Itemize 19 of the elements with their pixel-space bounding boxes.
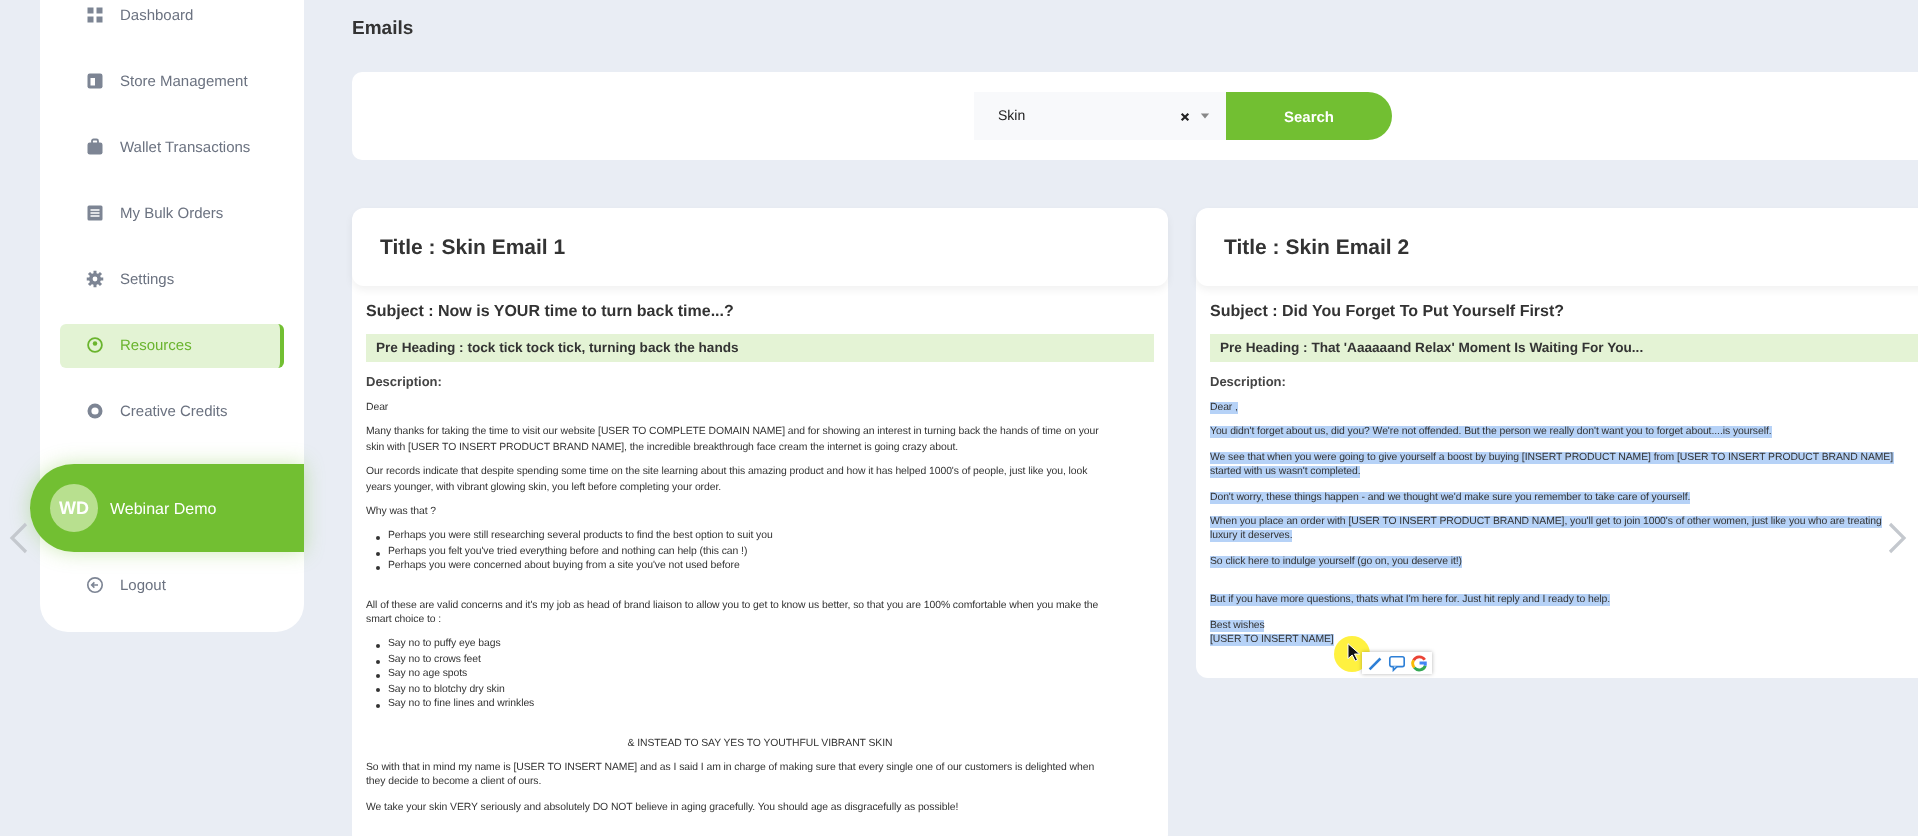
- table-icon: [86, 204, 104, 222]
- email-title: Title : Skin Email 1: [352, 208, 1168, 286]
- email-subject: Subject : Now is YOUR time to turn back time...?: [366, 302, 736, 320]
- clear-icon[interactable]: [1180, 111, 1190, 121]
- email-title: Title : Skin Email 2: [1196, 208, 1918, 286]
- pencil-icon[interactable]: [1366, 654, 1384, 673]
- multicolor-ring-icon[interactable]: [1410, 654, 1428, 673]
- avatar-initials: WD: [50, 484, 98, 532]
- comment-icon[interactable]: [1388, 654, 1406, 673]
- email-subject: Subject : Did You Forget To Put Yourself First?: [1210, 302, 1567, 320]
- store-icon: [86, 72, 104, 90]
- page-title: Emails: [352, 18, 416, 44]
- logout-icon: [86, 576, 104, 594]
- circle-icon: [86, 336, 104, 354]
- grid-icon: [86, 6, 104, 24]
- profile-name: Webinar Demo: [110, 499, 217, 517]
- wallet-icon: [86, 138, 104, 156]
- gear-icon: [86, 270, 104, 288]
- caret-icon[interactable]: [1200, 112, 1210, 120]
